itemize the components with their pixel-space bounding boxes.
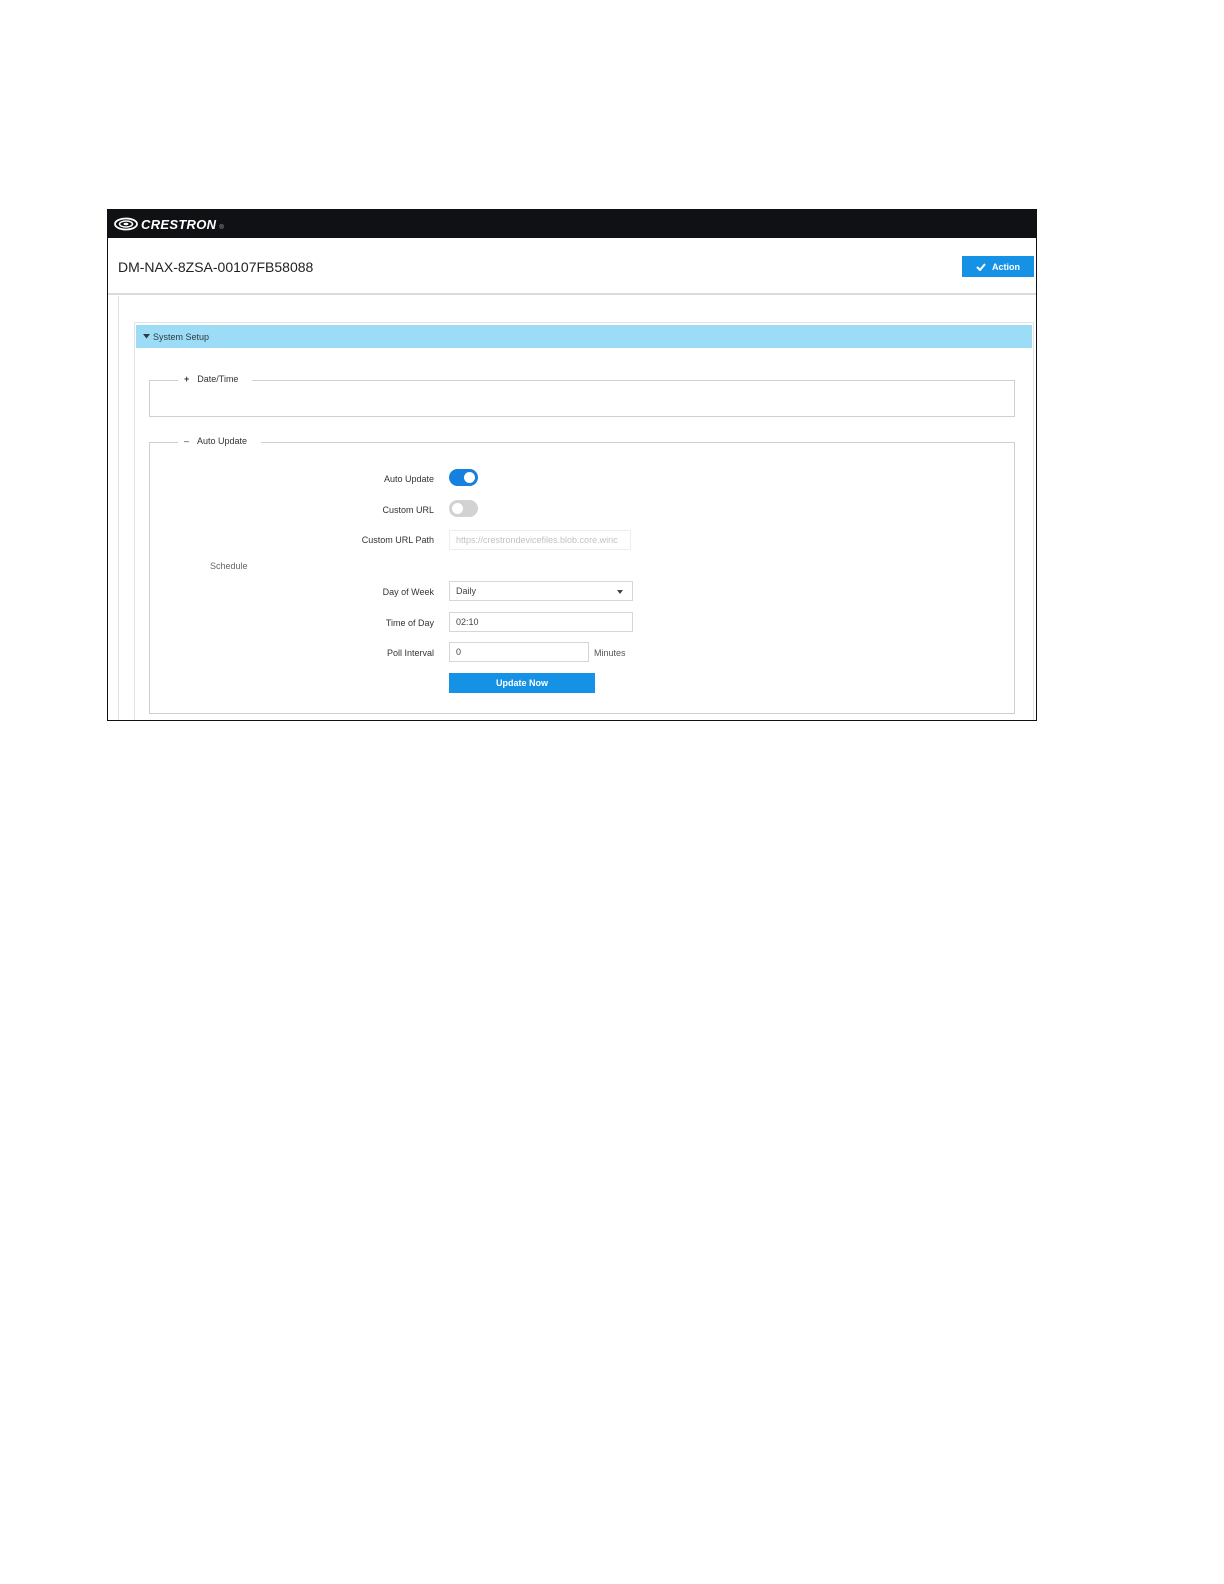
poll-interval-unit: Minutes	[594, 648, 626, 658]
poll-interval-label: Poll Interval	[386, 648, 434, 658]
day-of-week-label: Day of Week	[382, 587, 434, 597]
crestron-logo: CRESTRON ®	[114, 213, 224, 235]
brand-registered-mark: ®	[219, 225, 224, 231]
toggle-knob	[464, 472, 475, 483]
top-bar: CRESTRON ®	[108, 210, 1036, 238]
expand-icon: +	[184, 374, 190, 384]
day-of-week-value: Daily	[456, 586, 477, 596]
auto-update-legend[interactable]: – Auto Update	[178, 436, 262, 446]
date-time-title: Date/Time	[197, 374, 239, 384]
date-time-fieldset: + Date/Time	[149, 374, 1015, 417]
caret-down-icon	[143, 334, 150, 339]
auto-update-label: Auto Update	[383, 474, 434, 484]
poll-interval-input[interactable]: 0	[449, 642, 589, 662]
collapse-icon: –	[184, 436, 190, 446]
poll-interval-value: 0	[456, 647, 462, 657]
custom-url-path-label: Custom URL Path	[361, 535, 434, 545]
auto-update-title: Auto Update	[197, 436, 248, 446]
custom-url-path-placeholder: https://crestrondevicefiles.blob.core.wi…	[456, 535, 618, 545]
time-of-day-input[interactable]: 02:10	[449, 612, 633, 632]
action-button-label: Action	[992, 261, 1020, 272]
toggle-knob	[452, 503, 463, 514]
system-setup-header[interactable]: System Setup	[136, 325, 1032, 348]
page-header: DM-NAX-8ZSA-00107FB58088 Action	[108, 239, 1036, 295]
brand-name: CRESTRON	[141, 216, 217, 232]
main-content: System Setup + Date/Time – Auto Update A…	[118, 296, 1036, 720]
auto-update-fieldset: – Auto Update Auto Update Custom URL Cus…	[149, 436, 1015, 714]
crestron-swirl-icon	[114, 217, 138, 231]
schedule-label: Schedule	[210, 561, 248, 571]
checkmark-icon	[976, 262, 986, 271]
app-window: CRESTRON ® DM-NAX-8ZSA-00107FB58088 Acti…	[107, 209, 1037, 721]
time-of-day-label: Time of Day	[385, 618, 434, 628]
day-of-week-select[interactable]: Daily	[449, 581, 633, 601]
time-of-day-value: 02:10	[456, 617, 479, 627]
update-now-label: Update Now	[495, 678, 548, 688]
chevron-down-icon	[617, 590, 623, 594]
section-title: System Setup	[153, 331, 210, 342]
date-time-legend[interactable]: + Date/Time	[178, 374, 253, 384]
custom-url-label: Custom URL	[382, 505, 434, 515]
system-setup-panel: System Setup + Date/Time – Auto Update A…	[134, 322, 1034, 720]
action-button[interactable]: Action	[962, 256, 1034, 277]
custom-url-path-input[interactable]: https://crestrondevicefiles.blob.core.wi…	[449, 530, 631, 550]
auto-update-toggle[interactable]	[449, 469, 478, 486]
device-title: DM-NAX-8ZSA-00107FB58088	[118, 259, 314, 275]
update-now-button[interactable]: Update Now	[449, 673, 595, 693]
custom-url-toggle[interactable]	[449, 500, 478, 517]
